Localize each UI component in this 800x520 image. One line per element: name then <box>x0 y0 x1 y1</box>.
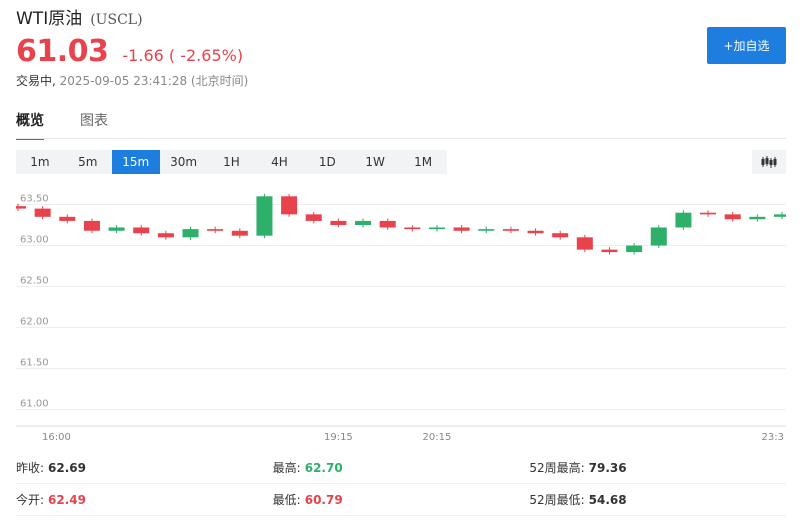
candle <box>59 216 76 221</box>
stat-high: 最高: 62.70 <box>272 461 343 475</box>
candle <box>428 227 445 230</box>
stats-row: 昨收: 62.69 最高: 62.70 52周最高: 79.36 <box>16 452 786 484</box>
y-tick-label: 61.50 <box>20 358 49 369</box>
period-1m[interactable]: 1m <box>16 150 64 174</box>
candle <box>16 206 27 209</box>
status-label: 交易中, <box>16 74 56 88</box>
period-1h[interactable]: 1H <box>208 150 256 174</box>
instrument-name: WTI原油 <box>16 9 83 29</box>
period-selector: 1m 5m 15m 30m 1H 4H 1D 1W 1M <box>16 150 447 174</box>
candle <box>453 227 470 231</box>
candle <box>749 216 766 220</box>
add-to-watchlist-button[interactable]: +加自选 <box>707 27 786 64</box>
y-tick-label: 63.50 <box>20 194 49 205</box>
stat-value: 54.68 <box>588 493 627 507</box>
chart-type-button[interactable] <box>752 150 786 174</box>
candle <box>305 214 322 221</box>
candle <box>675 212 692 228</box>
stat-prev-close: 昨收: 62.69 <box>16 461 87 475</box>
instrument-title: WTI原油 (USCL) <box>16 4 143 29</box>
instrument-code: (USCL) <box>90 12 143 28</box>
candle <box>773 214 786 217</box>
candle <box>34 208 51 217</box>
tab-chart[interactable]: 图表 <box>80 110 108 140</box>
price-row: 61.03 -1.66 ( -2.65%) <box>16 34 243 69</box>
candlestick-chart: 63.50 63.00 62.50 62.00 61.50 61.00 16:00 20:15… <box>16 194 786 443</box>
last-price: 61.03 <box>16 34 109 69</box>
tab-overview[interactable]: 概览 <box>16 110 44 140</box>
candle <box>478 229 495 231</box>
period-4h[interactable]: 4H <box>255 150 303 174</box>
period-15m[interactable]: 15m <box>111 150 160 174</box>
x-tick-label: 19:15 <box>324 432 353 443</box>
stats-row: 今开: 62.49 最低: 60.79 52周最低: 54.68 <box>16 484 786 516</box>
candle <box>207 229 224 231</box>
stat-open: 今开: 62.49 <box>16 493 87 507</box>
y-tick-label: 63.00 <box>20 235 49 246</box>
stats-panel: 昨收: 62.69 最高: 62.70 52周最高: 79.36 今开: 62.49 最… <box>16 452 786 516</box>
period-1w[interactable]: 1W <box>351 150 399 174</box>
candle <box>552 233 569 238</box>
y-tick-label: 62.00 <box>20 317 49 328</box>
period-1d[interactable]: 1D <box>303 150 351 174</box>
stat-value: 62.70 <box>304 461 343 475</box>
period-30m[interactable]: 30m <box>160 150 208 174</box>
candle <box>700 212 717 215</box>
candle <box>527 230 544 234</box>
stat-low: 最低: 60.79 <box>272 493 343 507</box>
candle <box>601 249 618 253</box>
candle <box>182 229 199 238</box>
candle <box>650 227 667 246</box>
candle <box>281 196 298 215</box>
candle <box>576 237 593 250</box>
tab-bar: 概览 图表 <box>16 110 144 140</box>
x-tick-label: 20:15 <box>423 432 452 443</box>
candle <box>83 220 100 231</box>
candle <box>724 214 741 220</box>
stat-value: 62.69 <box>48 461 87 475</box>
candle <box>330 220 347 226</box>
stat-value: 79.36 <box>588 461 627 475</box>
candle <box>502 229 519 231</box>
x-tick-label: 16:00 <box>42 432 71 443</box>
candle <box>404 227 421 230</box>
stat-value: 62.49 <box>48 493 87 507</box>
period-5m[interactable]: 5m <box>64 150 112 174</box>
candle <box>157 233 174 238</box>
y-tick-label: 62.50 <box>20 276 49 287</box>
candle <box>626 245 643 253</box>
stat-value: 60.79 <box>304 493 343 507</box>
period-1mo[interactable]: 1M <box>399 150 447 174</box>
candle <box>108 227 125 231</box>
price-change: -1.66 ( -2.65%) <box>122 46 244 65</box>
stat-52w-high: 52周最高: 79.36 <box>529 461 627 475</box>
candle <box>133 227 150 234</box>
candlestick-icon <box>761 156 777 168</box>
candle <box>231 230 248 236</box>
trading-status: 交易中, 2025-09-05 23:41:28 (北京时间) <box>16 72 248 89</box>
x-tick-label: 23:3 <box>762 432 784 443</box>
candle <box>379 220 396 228</box>
timestamp: 2025-09-05 23:41:28 (北京时间) <box>59 74 249 88</box>
candle <box>355 220 372 226</box>
tab-divider <box>16 138 786 139</box>
y-tick-label: 61.00 <box>20 399 49 410</box>
candle <box>256 196 273 236</box>
stat-52w-low: 52周最低: 54.68 <box>529 493 627 507</box>
price-chart[interactable]: 63.50 63.00 62.50 62.00 61.50 61.00 16:00 20:15… <box>16 184 786 444</box>
